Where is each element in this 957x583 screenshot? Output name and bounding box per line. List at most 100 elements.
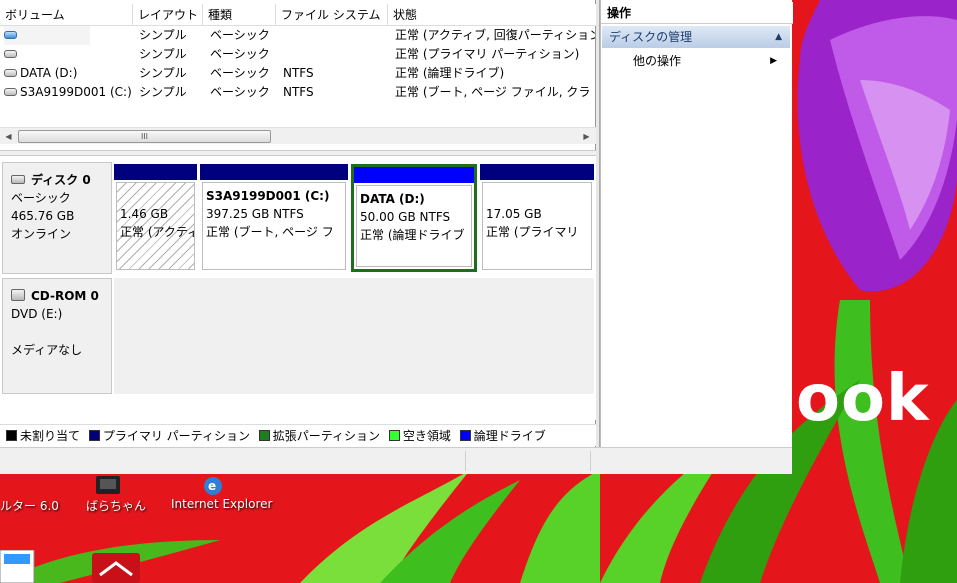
legend-item: 拡張パーティション bbox=[258, 425, 380, 447]
actions-item-more[interactable]: 他の操作 ▶ bbox=[633, 50, 785, 72]
partition-legend: 未割り当て プライマリ パーティション 拡張パーティション 空き領域 論理ドライ… bbox=[0, 424, 596, 446]
actions-title: 操作 bbox=[601, 2, 793, 24]
disk0-state: オンライン bbox=[11, 227, 72, 241]
layout-cell: シンプル bbox=[139, 28, 187, 42]
baracchan-icon[interactable] bbox=[86, 474, 136, 496]
scroll-right-arrow-icon[interactable]: ▶ bbox=[578, 128, 595, 145]
disk0-type: ベーシック bbox=[11, 191, 71, 205]
partition-name: DATA (D:) bbox=[360, 192, 425, 206]
status-cell: 正常 (ブート, ページ ファイル, クラ bbox=[395, 85, 591, 99]
disk0-size: 465.76 GB bbox=[11, 209, 75, 223]
partition-unnamed-2[interactable]: 17.05 GB 正常 (プライマリ bbox=[480, 164, 594, 272]
status-segment bbox=[465, 451, 590, 471]
svg-text:e: e bbox=[208, 479, 216, 493]
legend-item: 空き領域 bbox=[388, 425, 451, 447]
type-cell: ベーシック bbox=[210, 66, 270, 80]
column-header-status[interactable]: 状態 bbox=[388, 4, 596, 26]
volume-cell bbox=[4, 45, 90, 64]
cdrom0-area[interactable] bbox=[114, 278, 594, 394]
volume-row[interactable]: DATA (D:) シンプル ベーシック NTFS 正常 (論理ドライブ) bbox=[0, 64, 596, 83]
status-bar bbox=[0, 447, 792, 474]
column-header-volume[interactable]: ボリューム bbox=[0, 4, 133, 26]
disk-graphical-view: ディスク 0 ベーシック 465.76 GB オンライン 1.46 GB 正常 … bbox=[0, 156, 596, 420]
collapse-up-icon: ▲ bbox=[775, 32, 782, 42]
disk0-label[interactable]: ディスク 0 ベーシック 465.76 GB オンライン bbox=[2, 162, 112, 274]
wallpaper-text: ook bbox=[796, 362, 930, 436]
legend-item: 論理ドライブ bbox=[459, 425, 546, 447]
volume-list-hscrollbar[interactable]: ◀ III ▶ bbox=[0, 127, 596, 144]
drive-icon bbox=[4, 68, 17, 77]
desktop-icon-label-3[interactable]: Internet Explorer bbox=[171, 497, 272, 511]
actions-section-disk-management[interactable]: ディスクの管理 ▲ bbox=[602, 26, 790, 48]
volume-cell: S3A9199D001 (C:) bbox=[4, 83, 138, 102]
app-shortcut-icon[interactable] bbox=[0, 550, 36, 583]
legend-item: 未割り当て bbox=[6, 425, 80, 447]
desktop-icon-label-1[interactable]: ルター 6.0 bbox=[0, 497, 59, 514]
type-cell: ベーシック bbox=[210, 85, 270, 99]
cdrom0-media: メディアなし bbox=[11, 343, 83, 357]
cdrom0-drive: DVD (E:) bbox=[11, 307, 63, 321]
partition-bar bbox=[480, 164, 594, 180]
disk0-partitions: 1.46 GB 正常 (アクティ S3A9199D001 (C:) 397.25… bbox=[114, 164, 594, 272]
volume-row[interactable]: S3A9199D001 (C:) シンプル ベーシック NTFS 正常 (ブート… bbox=[0, 83, 596, 102]
partition-name: S3A9199D001 (C:) bbox=[206, 189, 330, 203]
legend-item: プライマリ パーティション bbox=[88, 425, 250, 447]
column-header-type[interactable]: 種類 bbox=[203, 4, 276, 26]
partition-name bbox=[120, 187, 191, 205]
partition-status: 正常 (論理ドライブ bbox=[360, 228, 465, 242]
disk0-title: ディスク 0 bbox=[31, 173, 91, 187]
hard-disk-icon bbox=[11, 174, 25, 184]
volume-cell bbox=[4, 26, 90, 45]
status-segment bbox=[590, 451, 790, 471]
column-header-layout[interactable]: レイアウト bbox=[133, 4, 203, 26]
legend-swatch bbox=[258, 430, 270, 441]
layout-cell: シンプル bbox=[139, 66, 187, 80]
blue-drive-icon bbox=[4, 30, 17, 39]
volume-list-header: ボリューム レイアウト 種類 ファイル システム 状態 bbox=[0, 4, 596, 26]
legend-swatch bbox=[459, 430, 471, 441]
partition-body: 1.46 GB 正常 (アクティ bbox=[116, 182, 195, 270]
partition-body: DATA (D:) 50.00 GB NTFS 正常 (論理ドライブ bbox=[356, 185, 472, 267]
status-cell: 正常 (論理ドライブ) bbox=[395, 66, 505, 80]
layout-cell: シンプル bbox=[139, 47, 187, 61]
cd-drive-icon bbox=[11, 289, 25, 301]
actions-pane: 操作 ディスクの管理 ▲ 他の操作 ▶ bbox=[600, 0, 793, 447]
legend-swatch bbox=[88, 430, 100, 441]
cdrom0-title: CD-ROM 0 bbox=[31, 289, 99, 303]
cdrom0-label[interactable]: CD-ROM 0 DVD (E:) メディアなし bbox=[2, 278, 112, 394]
scroll-thumb[interactable]: III bbox=[18, 130, 271, 143]
partition-bar bbox=[200, 164, 348, 180]
partition-status: 正常 (ブート, ページ フ bbox=[206, 225, 334, 239]
stack-app-icon[interactable] bbox=[92, 553, 140, 583]
partition-status: 正常 (プライマリ bbox=[486, 225, 579, 239]
status-cell: 正常 (アクティブ, 回復パーティション) bbox=[395, 28, 595, 42]
partition-name bbox=[486, 187, 588, 205]
partition-unnamed-1[interactable]: 1.46 GB 正常 (アクティ bbox=[114, 164, 197, 272]
fs-cell: NTFS bbox=[283, 85, 314, 99]
partition-size: 17.05 GB bbox=[486, 207, 542, 221]
desktop-icon-label-2[interactable]: ばらちゃん bbox=[86, 497, 146, 514]
disk-management-window: ボリューム レイアウト 種類 ファイル システム 状態 シンプル ベーシック 正… bbox=[0, 0, 793, 474]
drive-icon bbox=[4, 49, 17, 58]
type-cell: ベーシック bbox=[210, 47, 270, 61]
left-pane: ボリューム レイアウト 種類 ファイル システム 状態 シンプル ベーシック 正… bbox=[0, 0, 596, 447]
partition-d[interactable]: DATA (D:) 50.00 GB NTFS 正常 (論理ドライブ bbox=[351, 164, 477, 272]
partition-size: 50.00 GB NTFS bbox=[360, 210, 451, 224]
layout-cell: シンプル bbox=[139, 85, 187, 99]
volume-row[interactable]: シンプル ベーシック 正常 (プライマリ パーティション) bbox=[0, 45, 596, 64]
drive-icon bbox=[4, 87, 17, 96]
volume-cell: DATA (D:) bbox=[4, 64, 134, 83]
column-header-filesystem[interactable]: ファイル システム bbox=[276, 4, 388, 26]
legend-swatch bbox=[6, 430, 17, 441]
partition-size: 397.25 GB NTFS bbox=[206, 207, 304, 221]
partition-bar bbox=[114, 164, 197, 180]
partition-body: S3A9199D001 (C:) 397.25 GB NTFS 正常 (ブート,… bbox=[202, 182, 346, 270]
partition-status: 正常 (アクティ bbox=[120, 225, 195, 239]
legend-swatch bbox=[388, 430, 400, 441]
status-cell: 正常 (プライマリ パーティション) bbox=[395, 47, 580, 61]
internet-explorer-icon[interactable]: e bbox=[195, 474, 235, 496]
type-cell: ベーシック bbox=[210, 28, 270, 42]
scroll-left-arrow-icon[interactable]: ◀ bbox=[0, 128, 17, 145]
volume-row[interactable]: シンプル ベーシック 正常 (アクティブ, 回復パーティション) bbox=[0, 26, 596, 45]
partition-c[interactable]: S3A9199D001 (C:) 397.25 GB NTFS 正常 (ブート,… bbox=[200, 164, 348, 272]
